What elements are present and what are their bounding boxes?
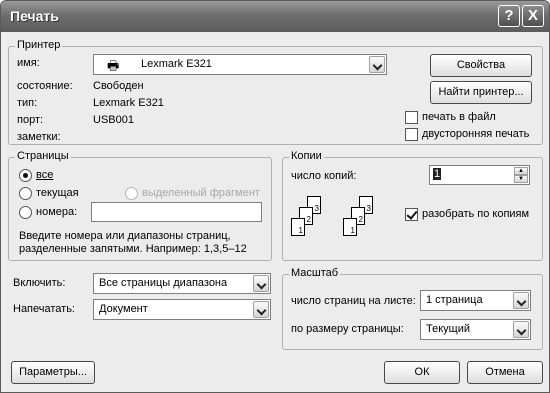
- pages-per-sheet-label: число страниц на листе:: [291, 295, 416, 307]
- zoom-group-label: Масштаб: [289, 267, 341, 279]
- printer-icon: 🖶: [107, 58, 120, 73]
- duplex-label: двусторонняя печать: [422, 128, 530, 140]
- duplex-checkbox[interactable]: [405, 128, 418, 141]
- title-bar: Печать ? X: [1, 1, 549, 32]
- printer-name-label: имя:: [17, 57, 40, 69]
- dialog-title: Печать: [10, 8, 59, 24]
- ok-button[interactable]: ОК: [384, 361, 460, 384]
- collate-illustration-1: 3 2 1: [289, 196, 329, 244]
- print-what-select[interactable]: Документ: [93, 299, 271, 320]
- printer-name-value: Lexmark E321: [141, 58, 212, 70]
- pages-all-label: все: [36, 169, 54, 181]
- printer-type-value: Lexmark E321: [93, 97, 164, 109]
- printer-port-value: USB001: [93, 114, 134, 126]
- pages-numbers-radio[interactable]: [19, 206, 32, 219]
- pages-per-sheet-value: 1 страница: [426, 294, 483, 306]
- include-label: Включить:: [13, 277, 66, 289]
- printer-port-label: порт:: [17, 114, 44, 126]
- printer-status-label: состояние:: [17, 80, 73, 92]
- collate-illustration-2: 3 2 1: [341, 196, 381, 244]
- printer-status-value: Свободен: [93, 80, 144, 92]
- chevron-down-icon[interactable]: [369, 56, 385, 73]
- printer-notes-label: заметки:: [17, 131, 61, 143]
- pages-numbers-label: номера:: [36, 206, 78, 218]
- pages-group-label: Страницы: [15, 150, 71, 162]
- chevron-down-icon[interactable]: [253, 275, 269, 292]
- find-printer-button[interactable]: Найти принтер...: [430, 81, 532, 104]
- scale-to-paper-value: Текущий: [426, 323, 470, 335]
- printer-type-label: тип:: [17, 97, 38, 109]
- scale-to-paper-label: по размеру страницы:: [291, 323, 404, 335]
- include-select[interactable]: Все страницы диапазона: [93, 273, 271, 294]
- copies-count-spinner[interactable]: 1 ▲ ▼: [429, 165, 530, 185]
- pages-per-sheet-select[interactable]: 1 страница: [420, 290, 531, 311]
- pages-current-label: текущая: [36, 187, 79, 199]
- pages-selection-radio[interactable]: [125, 187, 138, 200]
- printer-name-select[interactable]: 🖶 Lexmark E321: [93, 54, 387, 75]
- pages-current-radio[interactable]: [19, 187, 32, 200]
- pages-hint-line2: разделенные запятыми. Например: 1,3,5–12: [19, 243, 247, 255]
- collate-label: разобрать по копиям: [422, 208, 530, 220]
- chevron-down-icon[interactable]: [513, 321, 529, 338]
- pages-numbers-input[interactable]: [91, 202, 262, 222]
- pages-all-radio[interactable]: [19, 169, 32, 182]
- pages-selection-label: выделенный фрагмент: [142, 187, 260, 199]
- print-what-value: Документ: [99, 303, 148, 315]
- options-button[interactable]: Параметры...: [11, 361, 95, 384]
- pages-hint-line1: Введите номера или диапазоны страниц,: [19, 230, 231, 242]
- copies-count-value: 1: [433, 168, 442, 180]
- help-icon[interactable]: ?: [498, 5, 520, 27]
- spin-up-icon[interactable]: ▲: [514, 167, 528, 175]
- chevron-down-icon[interactable]: [513, 292, 529, 309]
- copies-count-label: число копий:: [291, 170, 357, 182]
- print-to-file-label: печать в файл: [422, 111, 496, 123]
- copies-group-label: Копии: [289, 150, 324, 162]
- collate-checkbox[interactable]: [405, 208, 418, 221]
- chevron-down-icon[interactable]: [253, 301, 269, 318]
- close-icon[interactable]: X: [522, 5, 544, 27]
- print-dialog: Печать ? X Принтер имя: 🖶 Lexmark E321 с…: [0, 0, 550, 393]
- properties-button[interactable]: Свойства: [430, 54, 532, 77]
- scale-to-paper-select[interactable]: Текущий: [420, 319, 531, 340]
- print-to-file-checkbox[interactable]: [405, 111, 418, 124]
- spin-down-icon[interactable]: ▼: [514, 175, 528, 183]
- printer-group-label: Принтер: [15, 39, 63, 51]
- collate-page: 1: [343, 218, 357, 236]
- collate-page: 1: [291, 218, 305, 236]
- cancel-button[interactable]: Отмена: [467, 361, 543, 384]
- print-what-label: Напечатать:: [13, 303, 75, 315]
- include-value: Все страницы диапазона: [99, 277, 228, 289]
